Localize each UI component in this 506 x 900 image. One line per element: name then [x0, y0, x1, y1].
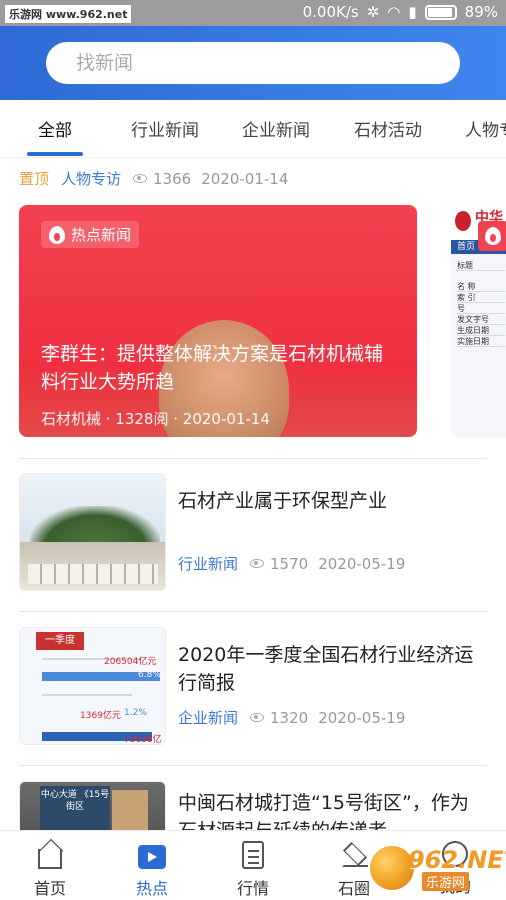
news-title: 2020年一季度全国石材行业经济运行简报: [178, 644, 474, 694]
home-icon: [38, 849, 62, 869]
tab-people[interactable]: 人物专: [465, 116, 506, 141]
news-meta: 行业新闻 1570 2020-05-19: [178, 553, 405, 574]
pinned-tag: 置顶: [19, 170, 50, 188]
nav-hot[interactable]: 热点: [112, 841, 192, 899]
news-views: 1570: [270, 554, 309, 573]
divider: [19, 458, 487, 459]
watermark-text: 962.NET: [408, 846, 506, 874]
peek-row: 发文字号: [457, 314, 505, 325]
flame-icon: [49, 225, 65, 244]
peek-row: 标题: [457, 260, 505, 271]
news-date: 2020-05-19: [318, 708, 406, 727]
status-bar: 乐游网 www.962.net 0.00K/s ✲ ◠ ▮ 89%: [0, 0, 506, 26]
tab-active-indicator: [27, 152, 83, 156]
watermark-sub: 乐游网: [422, 872, 470, 891]
site-tag: 乐游网 www.962.net: [4, 4, 133, 24]
news-meta: 企业新闻 1320 2020-05-19: [178, 707, 405, 728]
emblem-icon: [455, 211, 471, 231]
battery-icon: [424, 4, 457, 20]
peek-row: 名 称: [457, 281, 505, 292]
news-thumbnail: 一季度 206504亿元 6.8% 1369亿元 1.2% 73638亿元: [19, 627, 166, 745]
hot-news-label: 热点新闻: [71, 226, 132, 244]
pinned-item-meta[interactable]: 置顶 人物专访 1366 2020-01-14: [19, 168, 288, 189]
banner-title: 李群生：提供整体解决方案是石材机械辅料行业大势所趋: [41, 343, 384, 393]
pinned-views: 1366: [153, 169, 192, 188]
peek-row: 生成日期: [457, 325, 505, 336]
eye-icon: [133, 174, 148, 183]
news-title: 中闽石材城打造“15号街区”，作为石材源起与延续的传递者: [178, 792, 469, 830]
layers-icon: [340, 841, 368, 869]
tab-all[interactable]: 全部: [38, 116, 72, 141]
news-title: 石材产业属于环保型产业: [178, 490, 388, 512]
thumb-sign: 中心大道 《15号街区: [40, 786, 110, 830]
tv-icon: [138, 845, 166, 869]
battery-level: 89%: [464, 3, 498, 21]
tab-industry-news[interactable]: 行业新闻: [131, 116, 199, 141]
wifi-icon: ◠: [387, 3, 401, 21]
signal-icon: ▮: [408, 3, 417, 21]
news-thumbnail: [19, 473, 166, 591]
news-item[interactable]: 中心大道 《15号街区 中闽石材城打造“15号街区”，作为石材源起与延续的传递者: [19, 781, 487, 830]
peek-hot-badge: [478, 221, 506, 251]
thumb-tag: 一季度: [36, 632, 84, 650]
document-icon: [242, 841, 264, 869]
news-category[interactable]: 行业新闻: [178, 553, 238, 574]
search-bar[interactable]: [46, 42, 460, 84]
search-input[interactable]: [46, 42, 460, 84]
peek-row: 实施日期: [457, 336, 505, 347]
pinned-date: 2020-01-14: [201, 169, 289, 188]
nav-market[interactable]: 行情: [213, 841, 293, 899]
peek-row: 号: [457, 303, 505, 314]
network-speed: 0.00K/s: [302, 3, 359, 21]
nav-hot-label: 热点: [135, 879, 168, 898]
tab-stone-events[interactable]: 石材活动: [354, 116, 422, 141]
divider: [19, 611, 487, 612]
tab-company-news[interactable]: 企业新闻: [242, 116, 310, 141]
nav-market-label: 行情: [236, 879, 269, 898]
status-icons: 0.00K/s ✲ ◠ ▮ 89%: [303, 3, 498, 21]
header: [0, 26, 506, 100]
flame-icon: [485, 227, 501, 245]
site-watermark: 962.NET 乐游网: [370, 842, 506, 892]
next-banner-peek[interactable]: 中华 首页 标题 名 称 索 引 号 发文字号 生成日期 实施日期: [451, 205, 506, 437]
news-thumbnail: 中心大道 《15号街区: [19, 781, 166, 830]
news-item[interactable]: 一季度 206504亿元 6.8% 1369亿元 1.2% 73638亿元 20…: [19, 627, 487, 747]
news-date: 2020-05-19: [318, 554, 406, 573]
do-not-disturb-icon: ✲: [366, 3, 380, 21]
news-category[interactable]: 企业新闻: [178, 707, 238, 728]
news-item[interactable]: 石材产业属于环保型产业 行业新闻 1570 2020-05-19: [19, 473, 487, 593]
nav-circle-label: 石圈: [337, 879, 370, 898]
pinned-category[interactable]: 人物专访: [61, 168, 121, 189]
nav-home-label: 首页: [33, 879, 66, 898]
eye-icon: [250, 713, 265, 722]
banner-meta: 石材机械 · 1328阅 · 2020-01-14: [41, 410, 270, 428]
peek-row: 索 引: [457, 292, 505, 303]
news-views: 1320: [270, 708, 309, 727]
nav-home[interactable]: 首页: [10, 841, 90, 899]
hot-news-badge: 热点新闻: [41, 221, 140, 248]
eye-icon: [250, 559, 265, 568]
hot-news-banner[interactable]: 热点新闻 李群生：提供整体解决方案是石材机械辅料行业大势所趋 石材机械 · 13…: [19, 205, 417, 437]
category-tabs: 全部 行业新闻 企业新闻 石材活动 人物专: [0, 100, 506, 158]
divider: [19, 765, 487, 766]
